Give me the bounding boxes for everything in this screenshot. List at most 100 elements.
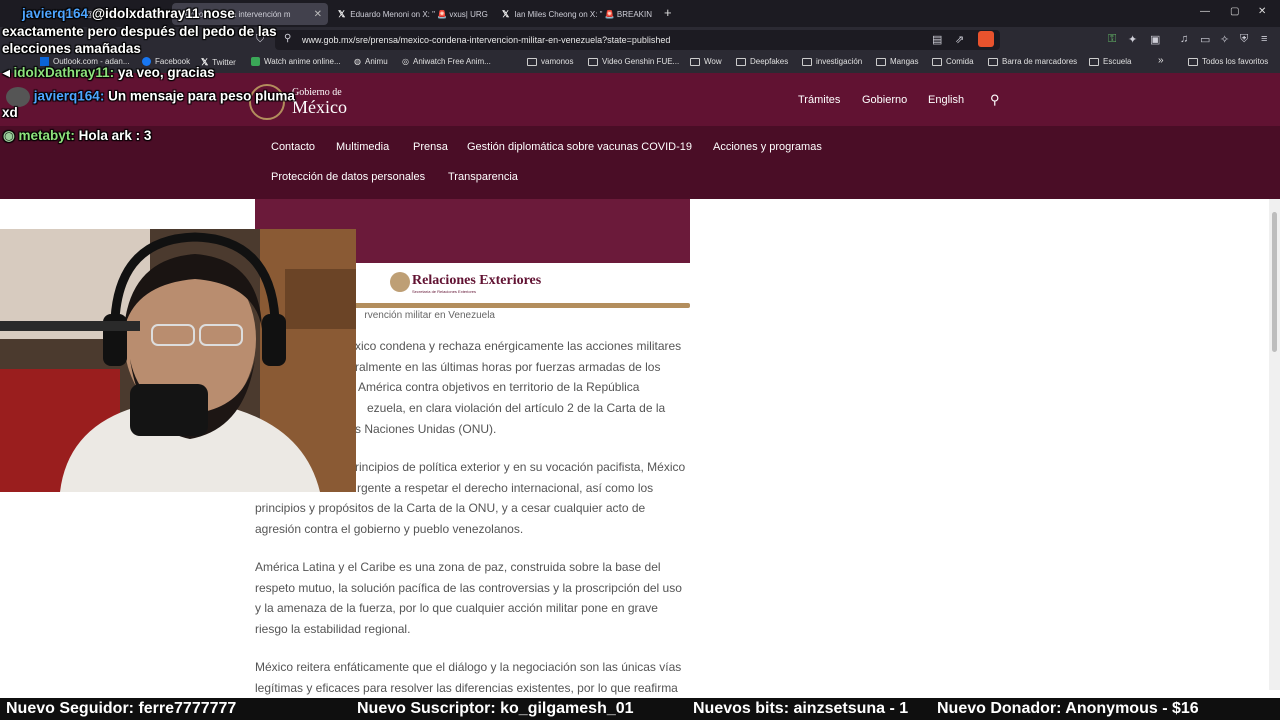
nav-proteccion-datos[interactable]: Protección de datos personales	[271, 171, 425, 183]
address-bar[interactable]: ⚲ www.gob.mx/sre/prensa/mexico-condena-i…	[275, 30, 1000, 50]
x-logo-icon: 𝕏	[338, 8, 346, 19]
globe-icon: ◍	[354, 57, 361, 66]
url-text: www.gob.mx/sre/prensa/mexico-condena-int…	[302, 35, 671, 45]
close-window-icon[interactable]: ✕	[1258, 6, 1266, 17]
ticker-new-subscriber: Nuevo Suscriptor: ko_gilgamesh_01	[357, 700, 634, 717]
bookmark-label: Wow	[704, 57, 722, 66]
chat-message: ◂ idolxDathray11: ya veo, gracias	[3, 65, 215, 80]
text-line: respeto mutuo, la solución pacífica de l…	[255, 580, 682, 595]
chevron-right-icon: »	[1158, 55, 1164, 66]
nav-prensa[interactable]: Prensa	[413, 141, 448, 153]
maximize-icon[interactable]: ▢	[1230, 6, 1239, 17]
folder-icon	[690, 57, 700, 66]
chat-avatar	[6, 87, 30, 107]
vpn-icon[interactable]: ⚿	[1108, 33, 1116, 46]
shield-icon[interactable]: ⛨	[1240, 33, 1248, 46]
scrollbar-thumb[interactable]	[1272, 212, 1277, 352]
folder-icon	[802, 57, 812, 66]
anime-icon	[251, 57, 260, 66]
nav-transparencia[interactable]: Transparencia	[448, 171, 518, 183]
bookmark-label: Animu	[364, 57, 388, 66]
menu-icon[interactable]: ≡	[1261, 33, 1267, 45]
x-logo-icon: 𝕏	[502, 8, 510, 19]
tab-title: Ian Miles Cheong on X: " 🚨 BREAKIN	[514, 9, 653, 19]
bookmark-label: Barra de marcadores	[1002, 57, 1078, 66]
search-icon[interactable]: ⚲	[990, 92, 1000, 108]
sre-brand-sub: Secretaría de Relaciones Exteriores	[412, 289, 477, 294]
text-line: principios y propósitos de la Carta de l…	[255, 501, 646, 516]
new-tab-icon[interactable]: +	[664, 5, 672, 20]
share-icon[interactable]: ⇗	[955, 33, 964, 46]
logo-big-text: México	[292, 97, 347, 117]
sre-brand: Relaciones Exteriores	[412, 273, 542, 288]
wallet-icon[interactable]: ▭	[1200, 33, 1210, 46]
ticker-new-follower: Nuevo Seguidor: ferre7777777	[6, 700, 237, 717]
streamer-webcam-image	[0, 229, 356, 492]
ticker-new-donor: Nuevo Donador: Anonymous - $16	[937, 700, 1199, 717]
bookmark-label: Comida	[946, 57, 974, 66]
chat-message: xd	[2, 105, 18, 120]
brave-shields-icon[interactable]	[978, 31, 994, 47]
chat-text: Hola ark : 3	[78, 128, 152, 143]
header-link-gobierno[interactable]: Gobierno	[862, 94, 907, 106]
paragraph-3: América Latina y el Caribe es una zona d…	[255, 557, 691, 640]
bookmark-comida[interactable]: Comida	[932, 57, 974, 66]
folder-icon	[1089, 57, 1099, 66]
bookmark-escuela[interactable]: Escuela	[1089, 57, 1131, 66]
bookmark-barra[interactable]: Barra de marcadores	[988, 57, 1077, 66]
bookmark-label: Watch anime online...	[264, 57, 341, 66]
aniwatch-icon: ◎	[402, 57, 409, 66]
bookmark-label: Twitter	[212, 58, 236, 67]
stream-ticker: Nuevo Seguidor: ferre7777777 Nuevo Suscr…	[0, 698, 1280, 720]
sidebar-icon[interactable]: ▣	[1150, 33, 1160, 46]
header-link-tramites[interactable]: Trámites	[798, 94, 840, 106]
text-line: América Latina y el Caribe es una zona d…	[255, 560, 661, 574]
nav-gestion-vacunas[interactable]: Gestión diplomática sobre vacunas COVID-…	[467, 141, 692, 153]
bookmark-label: Deepfakes	[750, 57, 789, 66]
bookmark-investigacion[interactable]: investigación	[802, 57, 862, 66]
nav-acciones[interactable]: Acciones y programas	[713, 141, 822, 153]
bookmark-deepfakes[interactable]: Deepfakes	[736, 57, 788, 66]
nav-multimedia[interactable]: Multimedia	[336, 141, 389, 153]
music-icon[interactable]: ♫	[1180, 33, 1188, 45]
chat-username: javierq164	[22, 6, 89, 21]
bookmark-video-genshin[interactable]: Video Genshin FUE...	[588, 57, 679, 66]
minimize-icon[interactable]: —	[1200, 6, 1210, 17]
chat-text: elecciones amañadas	[2, 41, 141, 56]
nav-contacto[interactable]: Contacto	[271, 141, 315, 153]
reader-view-icon[interactable]: ▤	[932, 33, 942, 46]
bookmark-vamonos[interactable]: vamonos	[527, 57, 573, 66]
leo-icon[interactable]: ✧	[1220, 33, 1229, 46]
folder-icon	[876, 57, 886, 66]
webcam-overlay	[0, 229, 356, 492]
chat-message: javierq164 @idolxdathray11 nose	[22, 6, 235, 21]
folder-icon	[932, 57, 942, 66]
chat-text: @idolxdathray11 nose	[91, 6, 235, 21]
chat-message: exactamente pero después del pedo de las	[2, 24, 277, 39]
bookmark-label: Aniwatch Free Anim...	[412, 57, 491, 66]
close-tab-icon[interactable]: ✕	[314, 9, 322, 20]
sre-seal-icon	[390, 272, 410, 292]
ticker-new-bits: Nuevos bits: ainzsetsuna - 1	[693, 700, 909, 717]
bookmark-aniwatch[interactable]: ◎ Aniwatch Free Anim...	[402, 57, 491, 66]
bookmark-label: investigación	[816, 57, 863, 66]
bookmark-wow[interactable]: Wow	[690, 57, 722, 66]
chat-user-icon: ◉	[3, 128, 15, 143]
folder-icon	[1188, 57, 1198, 66]
tab-3[interactable]: 𝕏 Eduardo Menoni on X: " 🚨 vxus| URG	[332, 3, 494, 25]
header-link-english[interactable]: English	[928, 94, 964, 106]
tab-4[interactable]: 𝕏 Ian Miles Cheong on X: " 🚨 BREAKIN	[496, 3, 656, 25]
chat-username: idolxDathray11	[13, 65, 110, 80]
folder-icon	[588, 57, 598, 66]
extensions-icon[interactable]: ✦	[1128, 33, 1137, 46]
text-line: y la amenaza de la fuerza, por lo que cu…	[255, 601, 658, 616]
bookmark-todos[interactable]: Todos los favoritos	[1188, 57, 1268, 66]
bookmark-watch-anime[interactable]: Watch anime online...	[251, 57, 341, 66]
chat-username: metabyt	[18, 128, 71, 143]
bookmark-mangas[interactable]: Mangas	[876, 57, 918, 66]
tab-title: Eduardo Menoni on X: " 🚨 vxus| URG	[350, 9, 488, 19]
bookmark-animu[interactable]: ◍ Animu	[354, 57, 388, 66]
more-bookmarks-button[interactable]: »	[1158, 55, 1164, 66]
site-logo[interactable]: Gobierno de México	[292, 88, 347, 117]
site-info-icon[interactable]: ⚲	[284, 33, 291, 44]
